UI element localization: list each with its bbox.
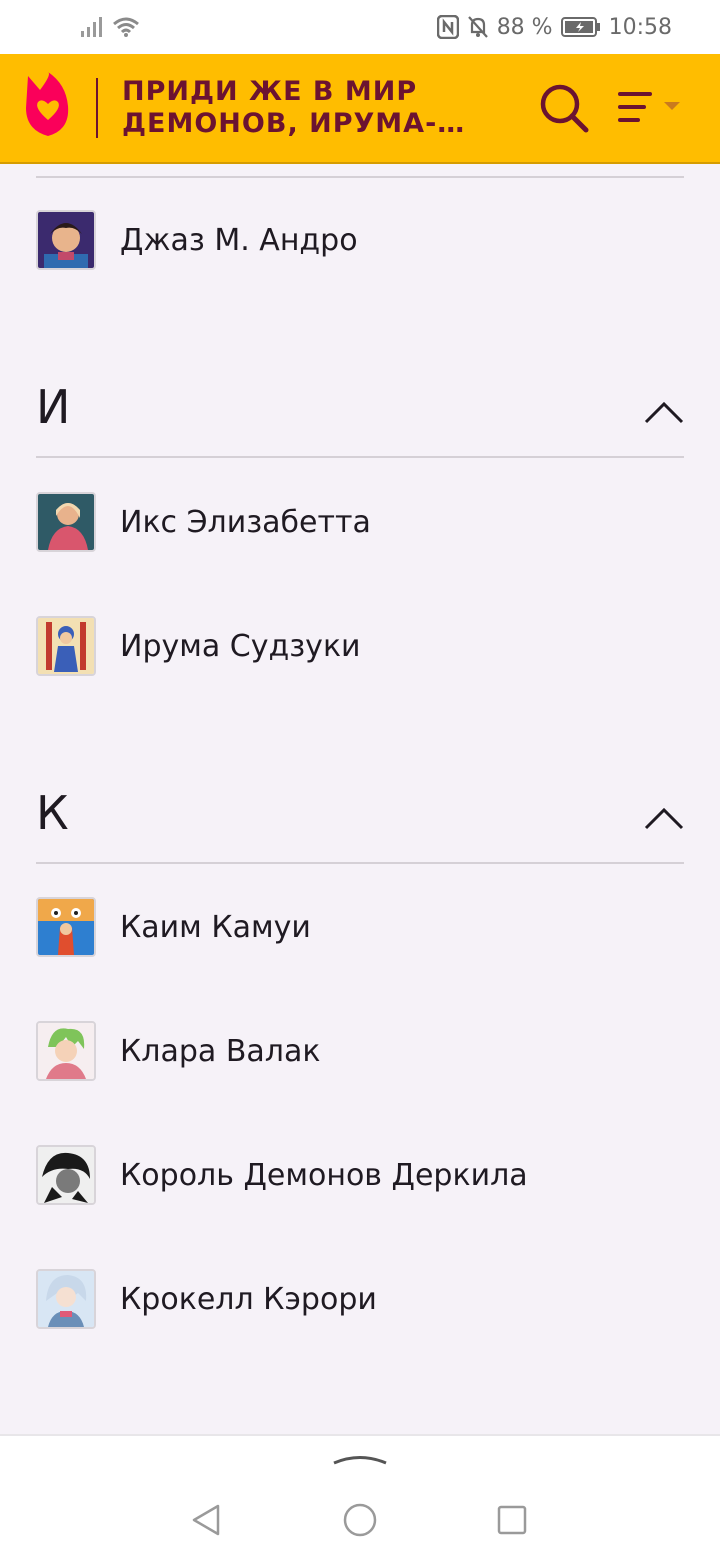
section-letter: К bbox=[36, 786, 69, 840]
search-icon[interactable] bbox=[538, 82, 590, 134]
expand-handle-icon[interactable] bbox=[332, 1450, 388, 1466]
character-thumbnail bbox=[36, 1269, 96, 1329]
character-list: Джаз М. Андро И Икс Элизабетта Ирума Суд… bbox=[0, 164, 720, 1434]
status-bar: 88 % 10:58 bbox=[0, 0, 720, 54]
character-thumbnail bbox=[36, 210, 96, 270]
list-item[interactable]: Каим Камуи bbox=[36, 896, 684, 958]
wiki-title-line2: ДЕМОНОВ, ИРУМА-… bbox=[122, 108, 466, 139]
character-thumbnail bbox=[36, 616, 96, 676]
list-item[interactable]: Клара Валак bbox=[36, 1020, 684, 1082]
list-item[interactable]: Джаз М. Андро bbox=[36, 209, 684, 271]
list-item[interactable]: Король Демонов Деркила bbox=[36, 1144, 684, 1206]
list-item-label: Икс Элизабетта bbox=[120, 504, 371, 540]
section-letter: И bbox=[36, 380, 71, 434]
list-item-label: Джаз М. Андро bbox=[120, 222, 358, 258]
nfc-icon bbox=[436, 15, 459, 39]
wiki-title-line1: ПРИДИ ЖЕ В МИР bbox=[122, 76, 418, 107]
list-item-label: Ирума Судзуки bbox=[120, 628, 361, 664]
battery-percent: 88 % bbox=[496, 14, 553, 40]
character-thumbnail bbox=[36, 492, 96, 552]
chevron-up-icon[interactable] bbox=[644, 806, 684, 832]
back-nav-icon[interactable] bbox=[190, 1502, 222, 1538]
mute-bell-icon bbox=[467, 16, 488, 38]
list-item[interactable]: Ирума Судзуки bbox=[36, 615, 684, 677]
menu-icon[interactable] bbox=[616, 88, 686, 128]
section-header-k: К bbox=[36, 784, 684, 864]
character-thumbnail bbox=[36, 897, 96, 957]
app-header: ПРИДИ ЖЕ В МИР ДЕМОНОВ, ИРУМА-… bbox=[0, 54, 720, 164]
wifi-icon bbox=[113, 17, 139, 37]
wiki-title[interactable]: ПРИДИ ЖЕ В МИР ДЕМОНОВ, ИРУМА-… bbox=[122, 76, 482, 140]
character-thumbnail bbox=[36, 1145, 96, 1205]
clock-time: 10:58 bbox=[608, 14, 672, 40]
list-item-label: Король Демонов Деркила bbox=[120, 1157, 528, 1193]
chevron-up-icon[interactable] bbox=[644, 400, 684, 426]
list-item-label: Каим Камуи bbox=[120, 909, 311, 945]
battery-icon bbox=[560, 17, 600, 37]
list-item[interactable]: Крокелл Кэрори bbox=[36, 1268, 684, 1330]
bottom-navigation bbox=[0, 1434, 720, 1560]
recent-apps-nav-icon[interactable] bbox=[496, 1504, 528, 1536]
section-divider bbox=[36, 862, 684, 864]
status-left bbox=[80, 16, 140, 38]
status-right: 88 % 10:58 bbox=[436, 14, 672, 40]
home-nav-icon[interactable] bbox=[342, 1502, 378, 1538]
signal-icon bbox=[81, 17, 102, 37]
list-item-label: Клара Валак bbox=[120, 1033, 321, 1069]
fandom-logo-icon[interactable] bbox=[22, 70, 74, 140]
section-divider bbox=[36, 456, 684, 458]
list-item-label: Крокелл Кэрори bbox=[120, 1281, 377, 1317]
list-item[interactable]: Икс Элизабетта bbox=[36, 491, 684, 553]
section-header-i: И bbox=[36, 378, 684, 458]
header-divider bbox=[96, 78, 98, 138]
top-divider bbox=[36, 176, 684, 178]
character-thumbnail bbox=[36, 1021, 96, 1081]
